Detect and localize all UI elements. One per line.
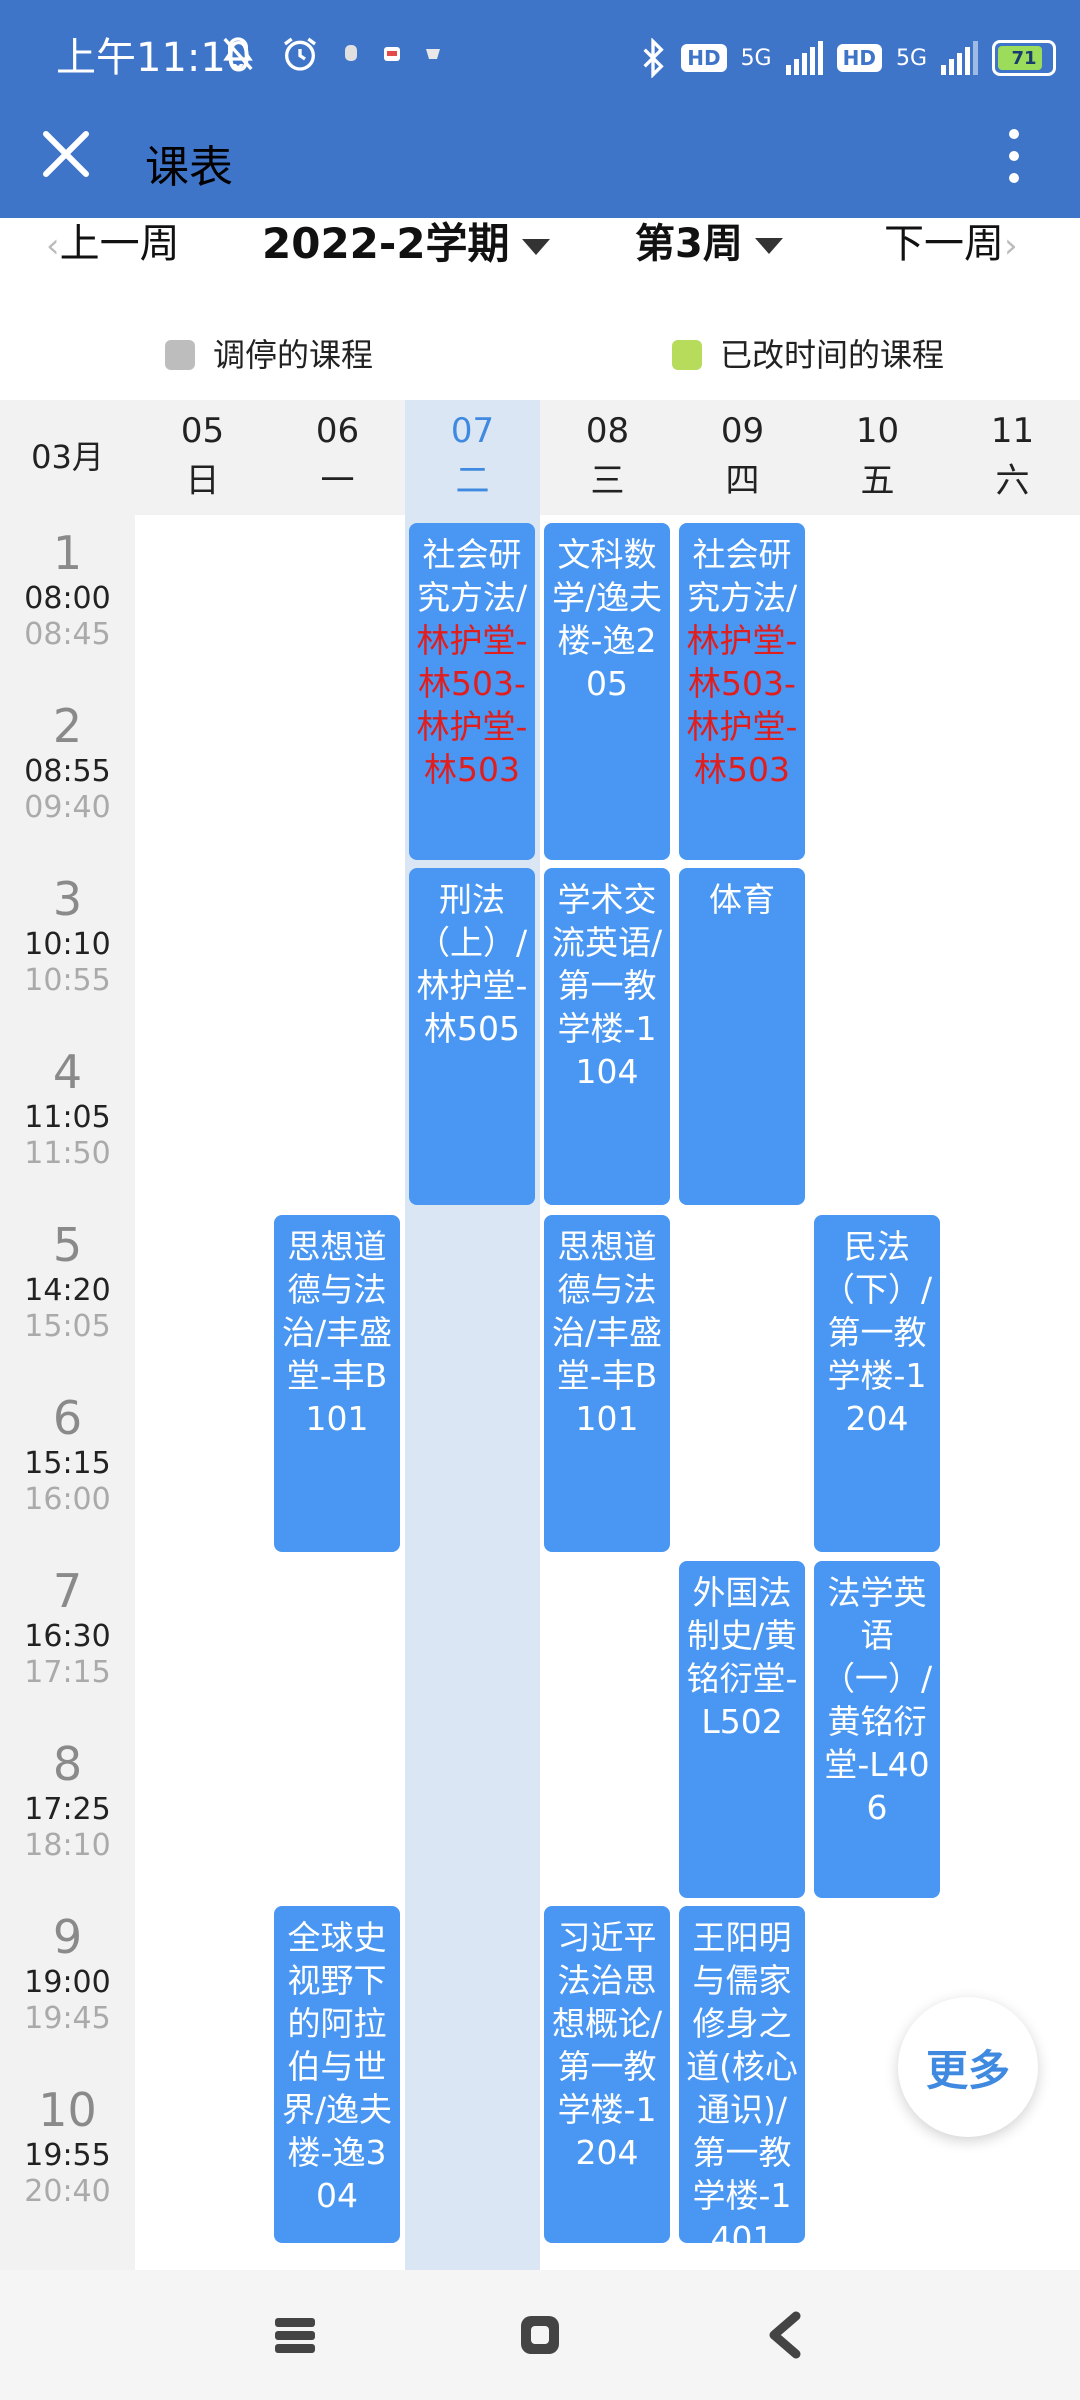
status-left-icons <box>218 34 442 74</box>
network-5g-label: 5G <box>895 45 927 71</box>
course-card[interactable]: 习近平法治思想概论/第一教学楼-1204 <box>544 1906 670 2243</box>
term-label: 2022-2学期 <box>262 219 510 268</box>
hd-badge: HD <box>836 44 882 72</box>
caret-down-icon <box>754 238 783 254</box>
legend-swatch <box>165 340 195 370</box>
period-label: 1 08:00 08:45 <box>24 526 111 652</box>
period-label: 3 10:10 10:55 <box>24 872 111 998</box>
period-label: 2 08:55 09:40 <box>24 699 111 825</box>
prev-week-button[interactable]: ‹上一周 <box>46 218 180 272</box>
period-label: 8 17:25 18:10 <box>24 1737 111 1863</box>
bell-off-icon <box>223 37 253 71</box>
course-card[interactable]: 体育 <box>679 868 805 1205</box>
period-label: 6 15:15 16:00 <box>24 1391 111 1517</box>
day-header: 11 六 <box>990 411 1035 501</box>
signal-icon <box>941 41 978 75</box>
legend-label: 已改时间的课程 <box>720 336 945 374</box>
recent-apps-icon[interactable] <box>270 2310 320 2360</box>
page-title: 课表 <box>145 142 233 193</box>
period-label: 5 14:20 15:05 <box>24 1218 111 1344</box>
term-selector[interactable]: 2022-2学期 <box>262 218 550 270</box>
back-icon[interactable] <box>762 2310 812 2360</box>
home-icon[interactable] <box>515 2310 565 2360</box>
course-card[interactable]: 法学英语（一）/黄铭衍堂-L406 <box>814 1561 940 1898</box>
app-icon <box>426 49 440 59</box>
app-icon <box>384 47 400 61</box>
course-card[interactable]: 民法（下）/第一教学楼-1204 <box>814 1215 940 1552</box>
more-button[interactable]: 更多 <box>898 1997 1038 2137</box>
course-card[interactable]: 思想道德与法治/丰盛堂-丰B101 <box>544 1215 670 1552</box>
course-card[interactable]: 外国法制史/黄铭衍堂-L502 <box>679 1561 805 1898</box>
week-label: 第3周 <box>635 221 743 267</box>
period-label: 9 19:00 19:45 <box>24 1910 111 2036</box>
course-card[interactable]: 社会研究方法/林护堂-林503-林护堂-林503 <box>679 523 805 860</box>
caret-down-icon <box>521 238 550 255</box>
day-header: 09 四 <box>720 411 765 501</box>
hd-badge: HD <box>681 44 727 72</box>
next-week-button[interactable]: 下一周› <box>884 218 1018 272</box>
app-icon <box>345 45 357 61</box>
more-vertical-icon[interactable] <box>996 126 1032 186</box>
course-card[interactable]: 学术交流英语/第一教学楼-1104 <box>544 868 670 1205</box>
chevron-right-icon: › <box>1004 226 1018 266</box>
alarm-icon <box>284 37 316 71</box>
day-header-today: 07 二 <box>405 400 540 515</box>
course-card[interactable]: 文科数学/逸夫楼-逸205 <box>544 523 670 860</box>
course-card[interactable]: 社会研究方法/林护堂-林503-林护堂-林503 <box>409 523 535 860</box>
day-header: 10 五 <box>855 411 900 501</box>
signal-icon <box>785 41 823 75</box>
status-right-icons: HD 5G HD 5G 71 <box>639 30 1056 86</box>
network-5g-label: 5G <box>740 45 772 71</box>
battery-level: 71 <box>1011 47 1037 69</box>
day-header: 08 三 <box>585 411 630 501</box>
chevron-left-icon: ‹ <box>46 226 60 266</box>
legend-suspended: 调停的课程 <box>165 335 373 375</box>
week-selector[interactable]: 第3周 <box>635 218 783 270</box>
course-card[interactable]: 刑法（上）/林护堂-林505 <box>409 868 535 1205</box>
legend-label: 调停的课程 <box>213 336 374 374</box>
period-label: 7 16:30 17:15 <box>24 1564 111 1690</box>
bluetooth-icon <box>643 38 664 78</box>
close-icon[interactable] <box>40 128 92 180</box>
more-button-label: 更多 <box>925 2045 1010 2095</box>
month-label: 03月 <box>31 438 104 476</box>
day-header: 06 一 <box>315 411 360 501</box>
day-header: 05 日 <box>180 411 225 501</box>
legend-swatch <box>672 340 702 370</box>
period-label: 10 19:55 20:40 <box>24 2083 111 2209</box>
course-card[interactable]: 思想道德与法治/丰盛堂-丰B101 <box>274 1215 400 1552</box>
prev-week-label: 上一周 <box>59 221 180 267</box>
period-label: 4 11:05 11:50 <box>24 1045 111 1171</box>
course-card[interactable]: 王阳明与儒家修身之道(核心通识)/第一教学楼-1401 <box>679 1906 805 2243</box>
legend-rescheduled: 已改时间的课程 <box>672 335 944 375</box>
next-week-label: 下一周 <box>884 221 1004 267</box>
battery-icon: 71 <box>992 40 1056 76</box>
course-card[interactable]: 全球史视野下的阿拉伯与世界/逸夫楼-逸304 <box>274 1906 400 2243</box>
